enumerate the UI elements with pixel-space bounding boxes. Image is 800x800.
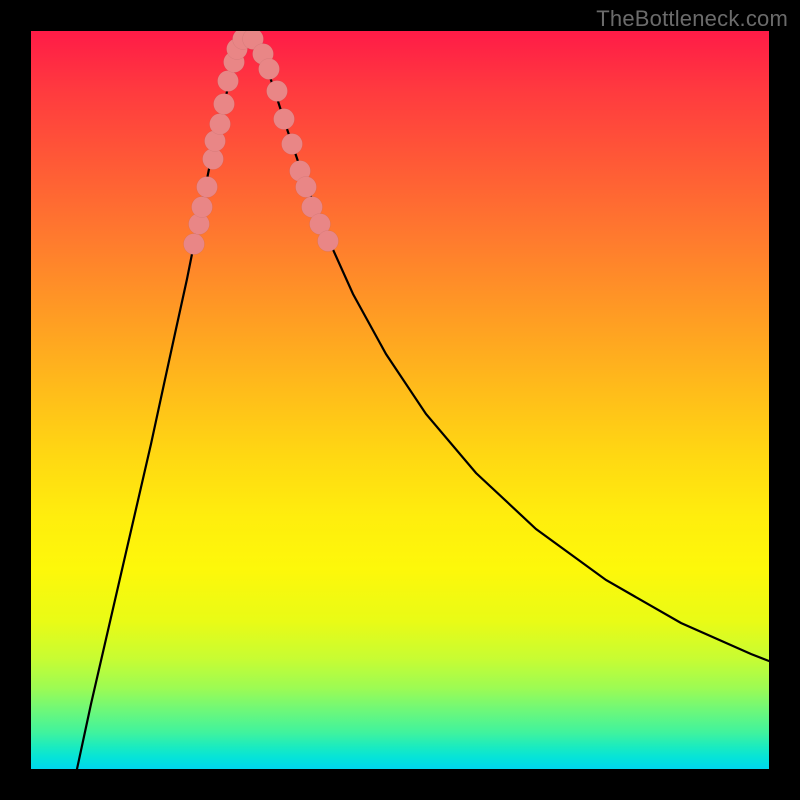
sample-dot <box>197 177 218 198</box>
sample-dots <box>184 31 339 255</box>
sample-dot <box>267 81 288 102</box>
chart-frame: TheBottleneck.com <box>0 0 800 800</box>
watermark-text: TheBottleneck.com <box>596 6 788 32</box>
sample-dot <box>274 109 295 130</box>
sample-dot <box>184 234 205 255</box>
sample-dot <box>214 94 235 115</box>
sample-dot <box>203 149 224 170</box>
curve-right-branch <box>257 39 769 661</box>
sample-dot <box>296 177 317 198</box>
sample-dot <box>259 59 280 80</box>
sample-dot <box>218 71 239 92</box>
sample-dot <box>282 134 303 155</box>
plot-area <box>31 31 769 769</box>
sample-dot <box>318 231 339 252</box>
sample-dot <box>192 197 213 218</box>
curve-layer <box>31 31 769 769</box>
sample-dot <box>210 114 231 135</box>
